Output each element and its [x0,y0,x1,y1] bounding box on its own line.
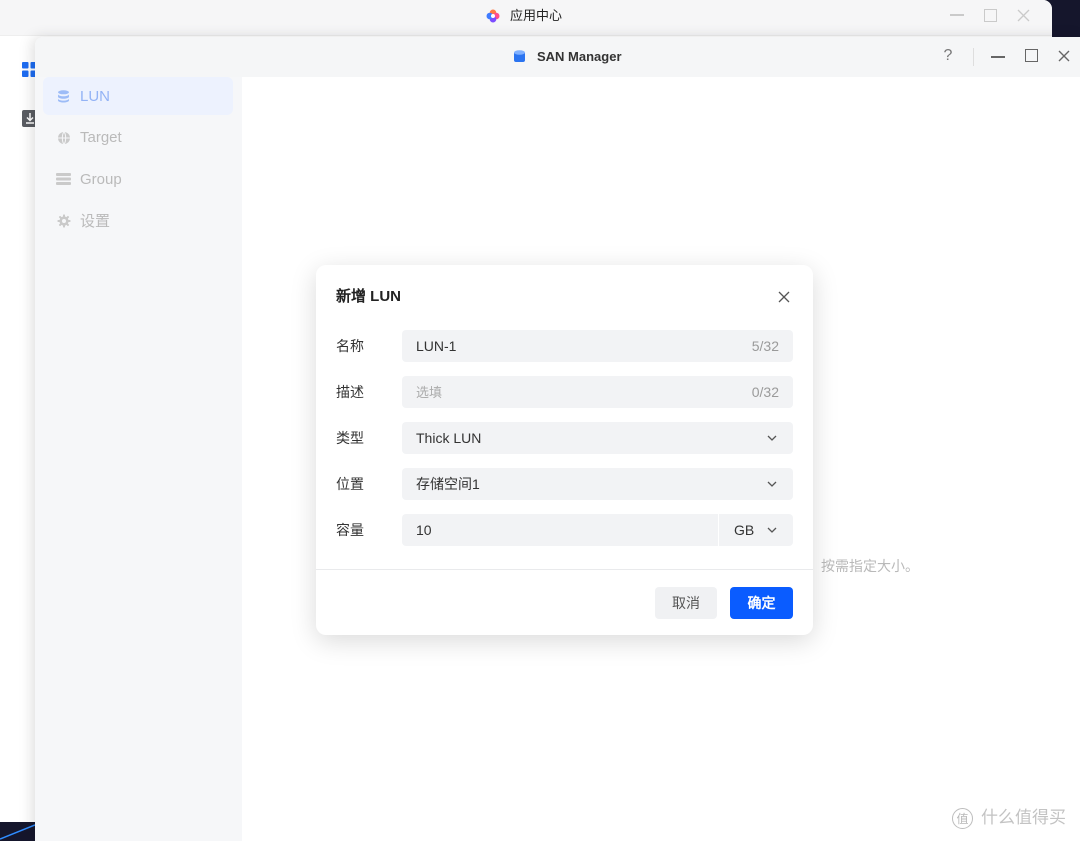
minimize-icon[interactable] [991,56,1005,58]
app-center-maximize-icon[interactable] [984,9,997,22]
watermark-badge: 值 [952,807,973,829]
app-center-titlebar: 应用中心 [0,0,1052,36]
description-row: 描述 0/32 [336,376,793,408]
location-select-value: 存储空间1 [416,476,480,492]
maximize-icon[interactable] [1025,49,1038,62]
sidebar-item-lun[interactable]: LUN [43,77,233,115]
titlebar-divider [973,48,974,66]
name-field: 5/32 [402,330,793,362]
capacity-row: 容量 GB [336,514,793,546]
gear-icon [56,213,71,228]
capacity-unit-select[interactable]: GB [719,514,793,546]
new-lun-dialog: 新增 LUN 名称 5/32 描述 0/32 类型 Thick LUN 位置 存… [316,265,813,635]
name-label: 名称 [336,338,364,354]
close-icon[interactable] [1058,50,1070,62]
app-center-minimize-icon[interactable] [950,14,964,16]
type-select[interactable]: Thick LUN [402,422,793,454]
sidebar-item-settings[interactable]: 设置 [43,202,233,240]
empty-state-text: 按需指定大小。 [821,558,919,574]
sidebar: LUN Target Group 设置 [35,77,242,841]
sidebar-item-label: LUN [80,87,111,105]
capacity-input[interactable] [416,514,704,546]
san-manager-icon [514,50,525,62]
chevron-down-icon [767,435,777,441]
sidebar-item-target[interactable]: Target [43,119,233,157]
location-row: 位置 存储空间1 [336,468,793,500]
description-char-counter: 0/32 [751,384,779,400]
description-field: 0/32 [402,376,793,408]
description-label: 描述 [336,384,364,400]
description-input[interactable] [416,376,744,408]
help-button[interactable]: ? [939,37,957,75]
watermark: 值 什么值得买 [952,807,1066,829]
location-select[interactable]: 存储空间1 [402,468,793,500]
app-center-icon [486,9,500,23]
type-label: 类型 [336,430,364,446]
capacity-unit-value: GB [734,522,755,538]
name-row: 名称 5/32 [336,330,793,362]
chevron-down-icon [767,481,777,487]
capacity-field: GB [402,514,793,546]
sidebar-item-group[interactable]: Group [43,160,233,198]
cancel-button[interactable]: 取消 [655,587,717,619]
app-center-close-icon[interactable] [1017,9,1030,22]
dialog-footer-divider [316,569,813,570]
window-title: SAN Manager [537,49,622,64]
chevron-down-icon [767,527,777,533]
confirm-button[interactable]: 确定 [730,587,793,619]
location-label: 位置 [336,476,364,492]
app-center-title: 应用中心 [510,7,563,23]
sidebar-item-label: Group [80,170,122,188]
sidebar-item-label: Target [80,129,122,146]
globe-icon [56,130,71,145]
sidebar-item-label: 设置 [80,213,111,230]
app-center-title-group: 应用中心 [486,0,562,31]
type-row: 类型 Thick LUN [336,422,793,454]
window-titlebar[interactable]: SAN Manager ? [35,37,1080,77]
server-list-icon [56,172,71,187]
dialog-close-icon[interactable] [778,291,790,303]
dialog-title: 新增 LUN [336,288,401,305]
sidebar-nav: LUN Target Group 设置 [43,77,233,240]
name-char-counter: 5/32 [751,338,779,354]
capacity-label: 容量 [336,522,364,538]
capacity-input-wrap [402,514,718,546]
database-icon [56,89,71,104]
name-input[interactable] [416,330,744,362]
type-select-value: Thick LUN [416,430,482,446]
watermark-text: 什么值得买 [981,808,1066,827]
